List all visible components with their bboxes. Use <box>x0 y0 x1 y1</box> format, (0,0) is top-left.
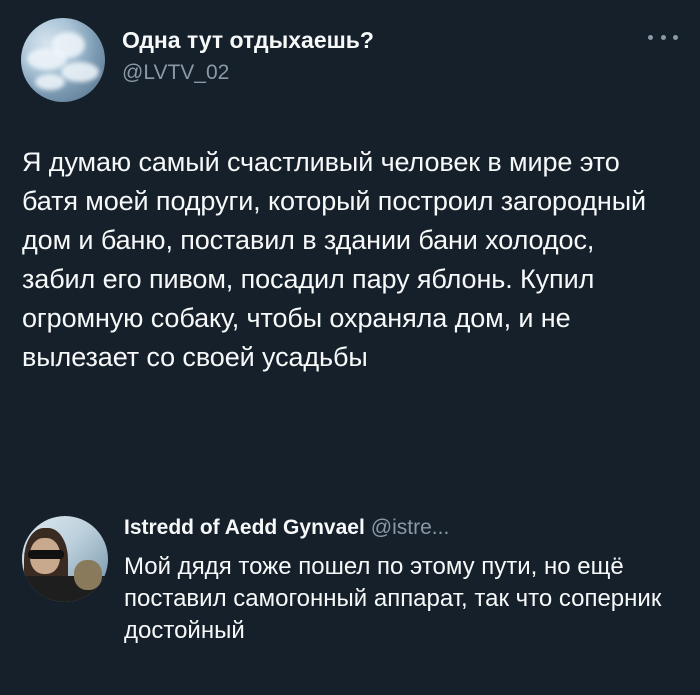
avatar-dog <box>74 560 102 590</box>
author-name[interactable]: Одна тут отдыхаешь? <box>122 27 374 54</box>
author-avatar[interactable] <box>21 18 105 102</box>
more-dot <box>673 34 678 40</box>
author-handle[interactable]: @LVTV_02 <box>122 61 229 85</box>
more-dot <box>648 34 653 40</box>
tweet-text: Я думаю самый счастливый человек в мире … <box>22 147 647 372</box>
reply-header: Istredd of Aedd Gynvael @istre... <box>124 516 449 540</box>
reply-author-name[interactable]: Istredd of Aedd Gynvael <box>124 516 365 539</box>
more-horizontal-icon[interactable] <box>648 30 678 44</box>
reply-avatar[interactable] <box>22 516 108 602</box>
more-dot <box>660 34 666 40</box>
main-tweet: Одна тут отдыхаешь? @LVTV_02 Я думаю сам… <box>0 0 700 470</box>
reply-tweet[interactable]: Istredd of Aedd Gynvael @istre... Мой дяд… <box>0 500 700 695</box>
reply-author-handle[interactable]: @istre... <box>371 516 450 539</box>
avatar-glasses <box>28 550 64 559</box>
reply-text: Мой дядя тоже пошел по этому пути, но ещ… <box>124 553 662 644</box>
